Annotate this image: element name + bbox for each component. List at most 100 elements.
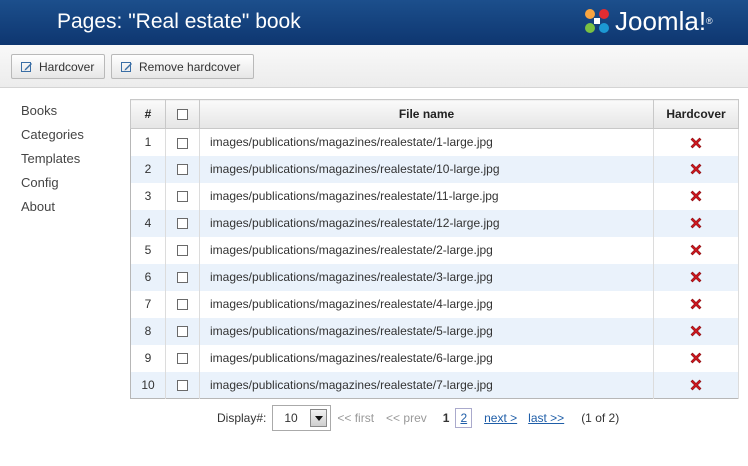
- row-checkbox[interactable]: [177, 380, 188, 392]
- row-checkbox[interactable]: [177, 299, 188, 311]
- toolbar: Hardcover Remove hardcover: [0, 45, 748, 88]
- row-file-name: images/publications/magazines/realestate…: [199, 371, 654, 399]
- row-hardcover-cell: [653, 128, 739, 156]
- row-number: 3: [130, 182, 166, 210]
- chevron-down-icon[interactable]: [310, 409, 328, 427]
- table-row[interactable]: 4 images/publications/magazines/realestat…: [130, 209, 739, 237]
- remove-hardcover-button[interactable]: Remove hardcover: [111, 54, 254, 79]
- row-checkbox-cell: [165, 290, 200, 318]
- sidebar-item-categories[interactable]: Categories: [21, 126, 84, 150]
- page-2-link[interactable]: 2: [455, 408, 473, 428]
- last-page-link[interactable]: last >>: [528, 411, 564, 425]
- joomla-logo-icon: [585, 9, 609, 33]
- select-all-checkbox[interactable]: [177, 109, 188, 121]
- delete-x-icon[interactable]: [689, 189, 703, 203]
- page-title: Pages: "Real estate" book: [57, 10, 301, 33]
- row-hardcover-cell: [653, 263, 739, 291]
- table-row[interactable]: 10 images/publications/magazines/realesta…: [130, 371, 739, 399]
- column-header-hardcover[interactable]: Hardcover: [653, 99, 739, 129]
- row-checkbox[interactable]: [177, 272, 188, 284]
- header-bar: Pages: "Real estate" book Joomla! ®: [0, 0, 748, 45]
- table-row[interactable]: 8 images/publications/magazines/realestat…: [130, 317, 739, 345]
- joomla-logo: Joomla! ®: [582, 4, 713, 38]
- table-row[interactable]: 7 images/publications/magazines/realestat…: [130, 290, 739, 318]
- next-page-link[interactable]: next >: [484, 411, 517, 425]
- row-number: 9: [130, 344, 166, 372]
- row-checkbox-cell: [165, 344, 200, 372]
- row-checkbox-cell: [165, 209, 200, 237]
- row-checkbox-cell: [165, 182, 200, 210]
- row-checkbox[interactable]: [177, 137, 188, 149]
- table-row[interactable]: 5 images/publications/magazines/realestat…: [130, 236, 739, 264]
- table-header-row: # File name Hardcover: [130, 99, 739, 129]
- row-checkbox[interactable]: [177, 245, 188, 257]
- display-label: Display#:: [217, 411, 267, 425]
- table-row[interactable]: 1 images/publications/magazines/realestat…: [130, 128, 739, 156]
- row-checkbox[interactable]: [177, 164, 188, 176]
- row-hardcover-cell: [653, 290, 739, 318]
- hardcover-button-label: Hardcover: [39, 59, 95, 74]
- row-number: 6: [130, 263, 166, 291]
- hardcover-button[interactable]: Hardcover: [11, 54, 105, 79]
- row-hardcover-cell: [653, 236, 739, 264]
- page-count: (1 of 2): [581, 411, 620, 425]
- table-row[interactable]: 2 images/publications/magazines/realestat…: [130, 155, 739, 183]
- row-file-name: images/publications/magazines/realestate…: [199, 290, 654, 318]
- row-hardcover-cell: [653, 209, 739, 237]
- row-checkbox[interactable]: [177, 191, 188, 203]
- row-hardcover-cell: [653, 344, 739, 372]
- row-checkbox-cell: [165, 317, 200, 345]
- row-file-name: images/publications/magazines/realestate…: [199, 182, 654, 210]
- row-number: 4: [130, 209, 166, 237]
- delete-x-icon[interactable]: [689, 378, 703, 392]
- column-header-select-all: [165, 99, 200, 129]
- row-hardcover-cell: [653, 182, 739, 210]
- row-checkbox-cell: [165, 128, 200, 156]
- delete-x-icon[interactable]: [689, 351, 703, 365]
- row-number: 8: [130, 317, 166, 345]
- delete-x-icon[interactable]: [689, 162, 703, 176]
- delete-x-icon[interactable]: [689, 324, 703, 338]
- first-page-link-disabled: << first: [337, 411, 375, 425]
- row-checkbox[interactable]: [177, 218, 188, 230]
- delete-x-icon[interactable]: [689, 243, 703, 257]
- delete-x-icon[interactable]: [689, 297, 703, 311]
- row-hardcover-cell: [653, 371, 739, 399]
- sidebar-item-templates[interactable]: Templates: [21, 150, 84, 174]
- table-row[interactable]: 6 images/publications/magazines/realestat…: [130, 263, 739, 291]
- row-number: 2: [130, 155, 166, 183]
- logo-text: Joomla!: [615, 5, 707, 36]
- row-checkbox[interactable]: [177, 353, 188, 365]
- remove-hardcover-button-label: Remove hardcover: [139, 59, 241, 74]
- row-checkbox[interactable]: [177, 326, 188, 338]
- delete-x-icon[interactable]: [689, 270, 703, 284]
- table-row[interactable]: 9 images/publications/magazines/realestat…: [130, 344, 739, 372]
- row-checkbox-cell: [165, 263, 200, 291]
- row-number: 10: [130, 371, 166, 399]
- column-header-file-name[interactable]: File name: [199, 99, 654, 129]
- current-page: 1: [442, 411, 450, 425]
- row-file-name: images/publications/magazines/realestate…: [199, 263, 654, 291]
- sidebar-item-books[interactable]: Books: [21, 102, 84, 126]
- display-count-select[interactable]: 10: [272, 405, 332, 431]
- sidebar-item-about[interactable]: About: [21, 198, 84, 222]
- row-number: 1: [130, 128, 166, 156]
- row-hardcover-cell: [653, 155, 739, 183]
- delete-x-icon[interactable]: [689, 136, 703, 150]
- row-file-name: images/publications/magazines/realestate…: [199, 155, 654, 183]
- logo-registered: ®: [706, 16, 713, 26]
- column-header-number[interactable]: #: [130, 99, 166, 129]
- row-checkbox-cell: [165, 236, 200, 264]
- sidebar-item-config[interactable]: Config: [21, 174, 84, 198]
- prev-page-link-disabled: << prev: [386, 411, 427, 425]
- row-hardcover-cell: [653, 317, 739, 345]
- row-file-name: images/publications/magazines/realestate…: [199, 344, 654, 372]
- delete-x-icon[interactable]: [689, 216, 703, 230]
- row-number: 7: [130, 290, 166, 318]
- sidebar-nav: Books Categories Templates Config About: [21, 102, 84, 222]
- table-row[interactable]: 3 images/publications/magazines/realestat…: [130, 182, 739, 210]
- row-file-name: images/publications/magazines/realestate…: [199, 209, 654, 237]
- pagination: Display#: 10 << first << prev 1 2 next >…: [217, 405, 619, 431]
- row-file-name: images/publications/magazines/realestate…: [199, 236, 654, 264]
- edit-icon: [21, 61, 32, 72]
